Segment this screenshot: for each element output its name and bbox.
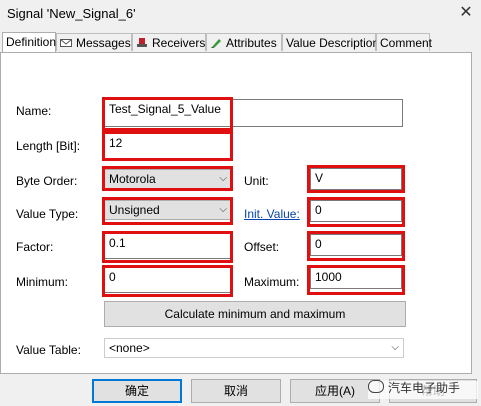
value-table-value: <none> bbox=[109, 341, 150, 355]
value-table-label: Value Table: bbox=[16, 343, 81, 357]
byte-order-value: Motorola bbox=[109, 172, 156, 186]
chevron-down-icon: ⌵ bbox=[391, 342, 399, 353]
name-label: Name: bbox=[16, 104, 52, 118]
tab-bar: Definition Messages Receivers Attributes… bbox=[0, 32, 481, 53]
offset-field[interactable]: 0 bbox=[310, 234, 402, 256]
minimum-field[interactable]: 0 bbox=[104, 267, 232, 293]
minimum-label: Minimum: bbox=[16, 275, 69, 289]
tab-comment-label: Comment bbox=[380, 36, 433, 50]
byte-order-label: Byte Order: bbox=[16, 174, 78, 188]
tab-attributes[interactable]: Attributes bbox=[206, 33, 282, 51]
wechat-icon bbox=[368, 380, 384, 393]
watermark-text: 汽车电子助手 bbox=[388, 381, 461, 395]
length-label: Length [Bit]: bbox=[16, 139, 81, 153]
tab-value-descriptions[interactable]: Value Descriptions bbox=[282, 33, 385, 51]
unit-field[interactable]: V bbox=[310, 168, 402, 190]
offset-label: Offset: bbox=[244, 240, 280, 254]
factor-field[interactable]: 0.1 bbox=[104, 233, 232, 259]
receiver-icon bbox=[137, 38, 147, 47]
attributes-icon bbox=[211, 39, 221, 48]
unit-label: Unit: bbox=[244, 174, 269, 188]
init-value-field[interactable]: 0 bbox=[310, 200, 402, 222]
calculate-min-max-button[interactable]: Calculate minimum and maximum bbox=[104, 301, 406, 327]
watermark: 汽车电子助手 bbox=[368, 379, 460, 396]
name-field[interactable]: Test_Signal_5_Value bbox=[104, 99, 403, 127]
byte-order-select[interactable]: Motorola ⌵ bbox=[104, 169, 232, 189]
close-icon[interactable]: ✕ bbox=[456, 3, 476, 23]
tab-messages[interactable]: Messages bbox=[56, 33, 132, 51]
tab-messages-label: Messages bbox=[76, 36, 131, 50]
tab-receivers[interactable]: Receivers bbox=[132, 33, 206, 51]
envelope-icon bbox=[60, 39, 72, 47]
factor-label: Factor: bbox=[16, 240, 54, 254]
value-type-select[interactable]: Unsigned ⌵ bbox=[104, 200, 232, 220]
tab-definition-label: Definition bbox=[6, 35, 57, 49]
ok-button[interactable]: 确定 bbox=[92, 379, 182, 403]
value-type-label: Value Type: bbox=[16, 207, 79, 221]
apply-button[interactable]: 应用(A) bbox=[290, 379, 380, 403]
length-field[interactable]: 12 bbox=[104, 133, 232, 159]
tab-value-descriptions-label: Value Descriptions bbox=[286, 36, 386, 50]
cancel-button[interactable]: 取消 bbox=[191, 379, 281, 403]
chevron-down-icon: ⌵ bbox=[219, 204, 227, 215]
tab-definition[interactable]: Definition bbox=[2, 32, 56, 52]
maximum-field[interactable]: 1000 bbox=[310, 267, 402, 289]
chevron-down-icon: ⌵ bbox=[219, 173, 227, 184]
tab-receivers-label: Receivers bbox=[152, 36, 206, 50]
window-title: Signal 'New_Signal_6' bbox=[7, 6, 136, 21]
maximum-label: Maximum: bbox=[244, 275, 300, 289]
tab-attributes-label: Attributes bbox=[226, 36, 277, 50]
value-table-select[interactable]: <none> ⌵ bbox=[104, 338, 404, 358]
value-type-value: Unsigned bbox=[109, 203, 160, 217]
tab-comment[interactable]: Comment bbox=[376, 33, 433, 51]
init-value-link[interactable]: Init. Value: bbox=[244, 207, 300, 221]
definition-panel: Name: Test_Signal_5_Value Length [Bit]: … bbox=[0, 52, 472, 374]
